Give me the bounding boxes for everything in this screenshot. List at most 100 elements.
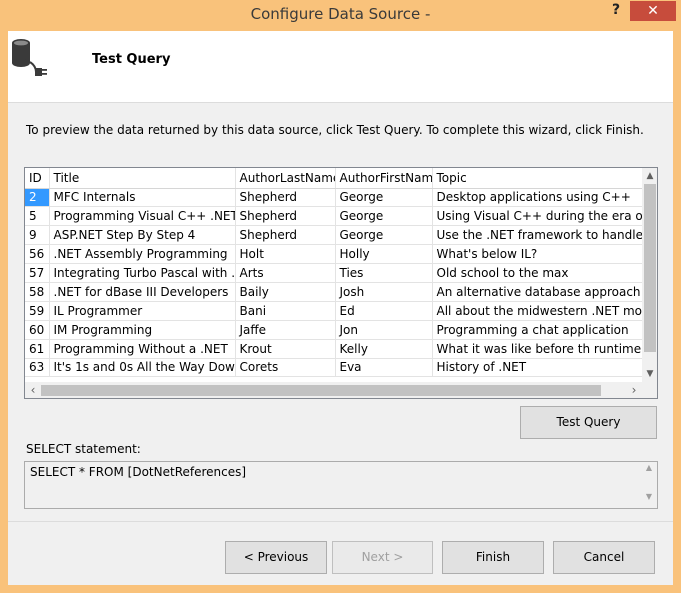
select-statement-text: SELECT * FROM [DotNetReferences] (30, 465, 247, 479)
column-header-id[interactable]: ID (25, 168, 50, 189)
next-button[interactable]: Next > (332, 541, 433, 574)
results-grid[interactable]: ID Title AuthorLastName AuthorFirstName … (24, 167, 658, 399)
table-cell[interactable]: Holly (335, 244, 433, 265)
scroll-corner (642, 382, 657, 398)
table-cell[interactable]: Baily (235, 282, 336, 302)
vertical-scrollbar[interactable]: ▲ ▼ (642, 168, 657, 382)
scroll-right-icon[interactable]: › (626, 382, 642, 398)
table-cell[interactable]: Arts (235, 263, 336, 283)
table-cell[interactable]: 5 (25, 206, 50, 227)
table-row[interactable]: 58 .NET for dBase III Developers Baily Josh… (25, 282, 642, 302)
table-cell[interactable]: ASP.NET Step By Step 4 (49, 225, 236, 246)
table-cell[interactable]: Jon (335, 320, 433, 340)
table-cell[interactable]: .NET for dBase III Developers (49, 282, 236, 302)
table-row[interactable]: 9 ASP.NET Step By Step 4 Shepherd George Use… (25, 225, 642, 246)
table-row[interactable]: 61 Programming Without a .NET Krout Kelly Wh… (25, 339, 642, 359)
table-cell[interactable]: Desktop applications using C++ (432, 188, 642, 208)
table-cell[interactable]: Use the .NET framework to handle HTTP re… (432, 225, 642, 246)
horizontal-scrollbar[interactable]: ‹ › (25, 382, 642, 398)
table-cell[interactable]: History of .NET (432, 358, 642, 378)
table-cell[interactable]: Jaffe (235, 320, 336, 340)
table-row[interactable]: 59 IL Programmer Bani Ed All about the midwe… (25, 301, 642, 321)
table-cell[interactable]: All about the midwestern .NET movement (432, 301, 642, 321)
table-cell[interactable]: 2 (25, 188, 50, 208)
sql-scroll-down-icon[interactable]: ▼ (642, 492, 656, 501)
table-cell[interactable]: Josh (335, 282, 433, 302)
select-statement-label: SELECT statement: (26, 442, 141, 456)
column-header-author-first-name[interactable]: AuthorFirstName (335, 168, 433, 189)
table-cell[interactable]: Corets (235, 358, 336, 378)
table-cell[interactable]: Ties (335, 263, 433, 283)
scroll-up-icon[interactable]: ▲ (642, 168, 657, 184)
table-cell[interactable]: An alternative database approach (432, 282, 642, 302)
scroll-down-icon[interactable]: ▼ (642, 366, 657, 382)
table-cell[interactable]: MFC Internals (49, 188, 236, 208)
table-cell[interactable]: George (335, 188, 433, 208)
table-cell[interactable]: 9 (25, 225, 50, 246)
sql-scrollbar[interactable]: ▲ ▼ (642, 463, 656, 507)
table-cell[interactable]: Krout (235, 339, 336, 359)
table-cell[interactable]: 60 (25, 320, 50, 340)
table-cell[interactable]: .NET Assembly Programming (49, 244, 236, 265)
test-query-button[interactable]: Test Query (520, 406, 657, 439)
previous-button[interactable]: < Previous (225, 541, 327, 574)
table-row[interactable]: 5 Programming Visual C++ .NET Shepherd Geor… (25, 206, 642, 227)
table-row[interactable]: 2 MFC Internals Shepherd George Desktop appl… (25, 188, 642, 208)
table-cell[interactable]: It's 1s and 0s All the Way Down (49, 358, 236, 378)
table-row[interactable]: 63 It's 1s and 0s All the Way Down Corets E… (25, 358, 642, 378)
instructions-text: To preview the data returned by this dat… (26, 123, 644, 137)
vertical-scroll-thumb[interactable] (644, 184, 656, 352)
table-row[interactable]: 57Integrating Turbo Pascal with .NETArts… (25, 263, 642, 283)
grid-body: 2 MFC Internals Shepherd George Desktop appl… (25, 188, 642, 378)
table-cell[interactable]: 57 (25, 263, 50, 283)
table-cell[interactable]: George (335, 206, 433, 227)
table-cell[interactable]: What it was like before th runtime (432, 339, 642, 359)
table-cell[interactable]: IM Programming (49, 320, 236, 340)
configure-data-source-window: Configure Data Source - ? ✕ Test Query T… (0, 0, 681, 593)
table-cell[interactable]: What's below IL? (432, 244, 642, 265)
table-cell[interactable]: Shepherd (235, 188, 336, 208)
table-cell[interactable]: 59 (25, 301, 50, 321)
footer-divider (8, 521, 673, 522)
cancel-button[interactable]: Cancel (553, 541, 655, 574)
close-button[interactable]: ✕ (630, 1, 676, 21)
table-cell[interactable]: George (335, 225, 433, 246)
window-title: Configure Data Source - (250, 5, 431, 23)
help-button[interactable]: ? (606, 2, 626, 22)
column-header-title[interactable]: Title (49, 168, 236, 189)
sql-scroll-up-icon[interactable]: ▲ (642, 463, 656, 472)
results-table: ID Title AuthorLastName AuthorFirstName … (25, 168, 642, 378)
table-row[interactable]: 56 .NET Assembly Programming Holt Holly What… (25, 244, 642, 265)
database-plug-icon (12, 39, 47, 76)
wizard-content: Test Query To preview the data returned … (8, 31, 673, 585)
table-cell[interactable]: 56 (25, 244, 50, 265)
table-cell[interactable]: Holt (235, 244, 336, 265)
table-cell[interactable]: Kelly (335, 339, 433, 359)
table-cell[interactable]: IL Programmer (49, 301, 236, 321)
title-bar: Configure Data Source - ? ✕ (0, 0, 681, 31)
table-cell[interactable]: 63 (25, 358, 50, 378)
table-cell[interactable]: Using Visual C++ during the era of manag… (432, 206, 642, 227)
table-row[interactable]: 60 IM Programming Jaffe Jon Programming a ch… (25, 320, 642, 340)
table-cell[interactable]: 58 (25, 282, 50, 302)
table-cell[interactable]: Ed (335, 301, 433, 321)
table-cell[interactable]: 61 (25, 339, 50, 359)
table-cell[interactable]: Bani (235, 301, 336, 321)
select-statement-box[interactable]: SELECT * FROM [DotNetReferences] ▲ ▼ (24, 461, 658, 509)
table-cell[interactable]: Programming Visual C++ .NET (49, 206, 236, 227)
table-cell[interactable]: Shepherd (235, 225, 336, 246)
finish-button[interactable]: Finish (442, 541, 544, 574)
column-header-topic[interactable]: Topic (432, 168, 642, 189)
table-cell[interactable]: Shepherd (235, 206, 336, 227)
table-cell[interactable]: Programming a chat application (432, 320, 642, 340)
scroll-left-icon[interactable]: ‹ (25, 382, 41, 398)
table-cell[interactable]: Old school to the max (432, 263, 642, 283)
column-header-author-last-name[interactable]: AuthorLastName (235, 168, 336, 189)
wizard-header: Test Query (8, 31, 673, 103)
table-cell[interactable]: Programming Without a .NET (49, 339, 236, 359)
page-title: Test Query (92, 52, 171, 67)
horizontal-scroll-thumb[interactable] (41, 385, 601, 396)
close-icon: ✕ (647, 3, 659, 19)
table-cell[interactable]: Integrating Turbo Pascal with .NET (49, 263, 236, 283)
table-cell[interactable]: Eva (335, 358, 433, 378)
